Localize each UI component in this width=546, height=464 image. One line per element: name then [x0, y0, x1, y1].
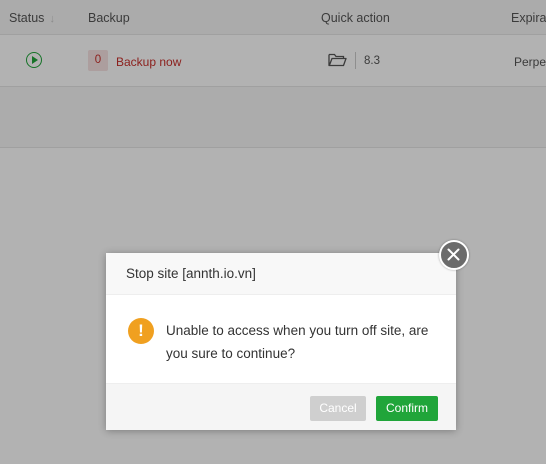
- dialog-title: Stop site [annth.io.vn]: [106, 253, 456, 295]
- dialog-footer: Cancel Confirm: [106, 383, 456, 430]
- dialog-body: ! Unable to access when you turn off sit…: [106, 295, 456, 383]
- dialog-message: Unable to access when you turn off site,…: [166, 323, 429, 361]
- close-icon: [447, 248, 460, 261]
- cancel-button[interactable]: Cancel: [310, 396, 366, 421]
- warning-icon: !: [128, 318, 154, 344]
- confirm-button[interactable]: Confirm: [376, 396, 438, 421]
- close-button[interactable]: [439, 240, 469, 270]
- stop-site-dialog: Stop site [annth.io.vn] ! Unable to acce…: [106, 253, 456, 430]
